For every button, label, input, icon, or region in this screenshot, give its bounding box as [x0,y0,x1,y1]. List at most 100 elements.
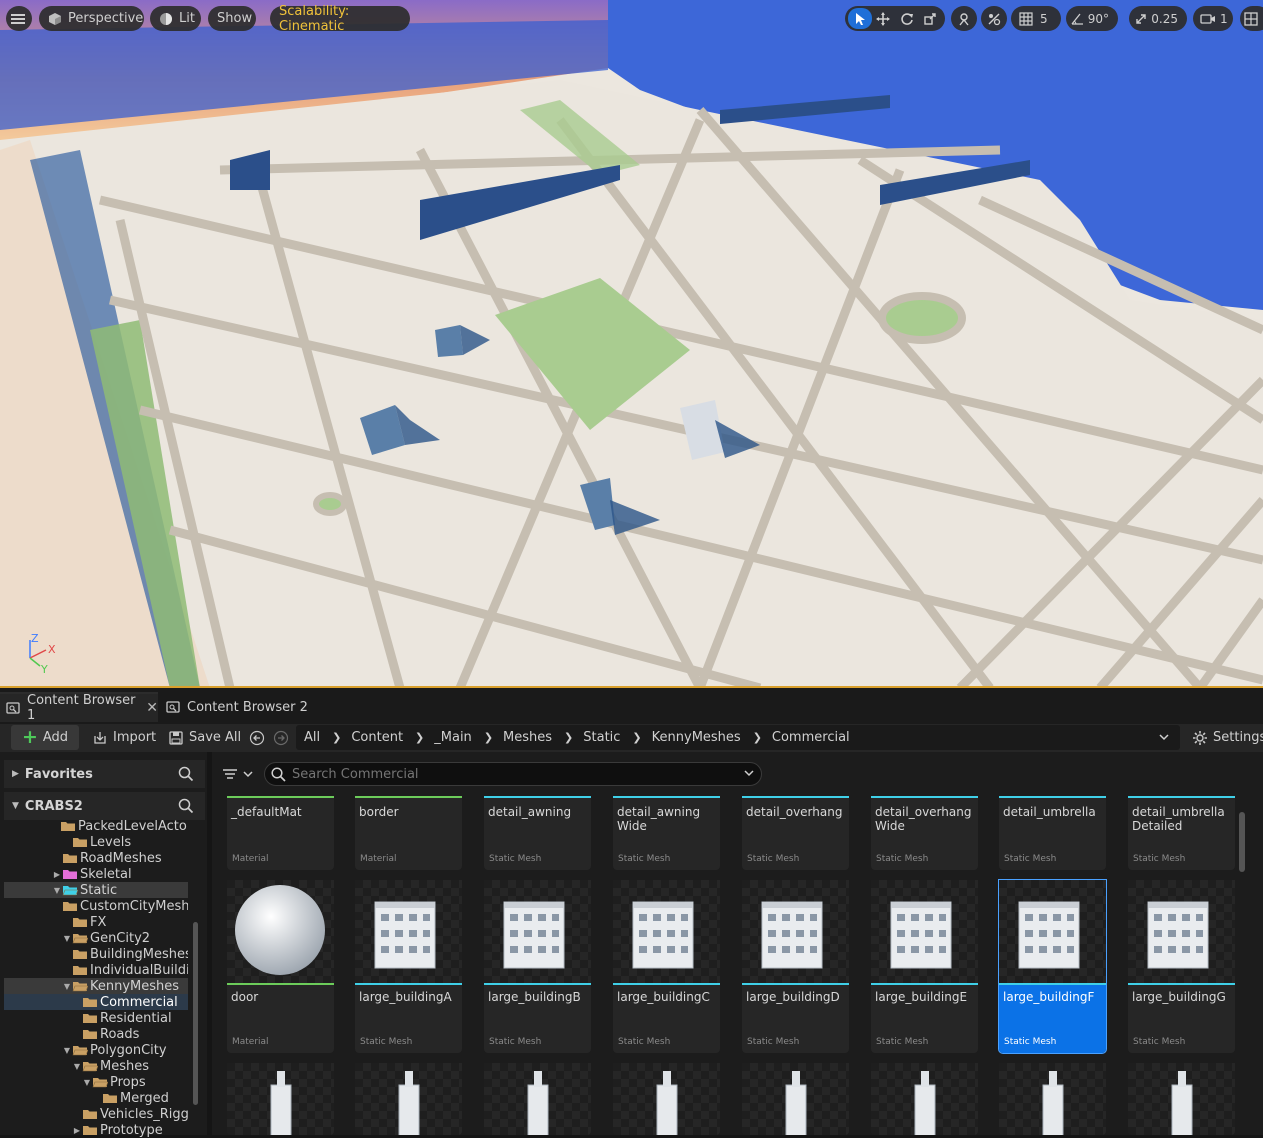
asset-tile[interactable] [613,1063,720,1135]
asset-tile[interactable] [227,1063,334,1135]
tree-item[interactable]: ▶ Prototype [4,1122,188,1138]
angle-snap-value[interactable]: 90° [1086,12,1115,26]
tree-item[interactable]: Roads [4,1026,188,1042]
tree-item[interactable]: ▼ Meshes [4,1058,188,1074]
asset-scrollbar[interactable] [1239,812,1245,872]
lit-button[interactable]: Lit [150,6,201,31]
asset-tile[interactable] [355,1063,462,1135]
asset-tile[interactable]: large_buildingG Static Mesh [1128,880,1235,1053]
tree-item[interactable]: Vehicles_Rigged [4,1106,188,1122]
tree-item[interactable]: IndividualBuildings [4,962,188,978]
tree-item[interactable]: Residential [4,1010,188,1026]
tab-content-browser-2[interactable]: Content Browser 2 [162,692,312,722]
project-header[interactable]: ▼ CRABS2 [4,792,205,820]
tree-item[interactable]: CustomCityMeshes [4,898,188,914]
tree-item[interactable]: Commercial [4,994,188,1010]
tab-content-browser-1[interactable]: Content Browser 1 ✕ [0,692,158,723]
grid-snap-group[interactable]: 5 [1011,6,1061,31]
breadcrumb-item[interactable]: Static [575,730,630,745]
filter-button[interactable] [222,764,256,784]
rotate-tool-button[interactable] [895,8,919,29]
asset-tile[interactable]: large_buildingE Static Mesh [871,880,978,1053]
asset-tile[interactable]: large_buildingA Static Mesh [355,880,462,1053]
level-viewport[interactable]: Perspective Lit Show Scalability: Cinema… [0,0,1263,688]
import-button[interactable]: Import [92,725,156,750]
close-icon[interactable]: ✕ [146,700,158,716]
breadcrumb-item[interactable]: Meshes [495,730,562,745]
asset-tile[interactable] [999,1063,1106,1135]
chevron-down-icon[interactable]: ▼ [62,1046,72,1055]
grid-size-value[interactable]: 5 [1038,12,1054,26]
scale-tool-button[interactable] [919,8,943,29]
asset-tile[interactable] [742,1063,849,1135]
search-icon[interactable] [178,766,194,786]
chevron-right-icon[interactable]: ❯ [751,731,764,744]
history-forward-button[interactable] [273,725,289,750]
tree-item[interactable]: ▼ Props [4,1074,188,1090]
chevron-down-icon[interactable]: ▼ [62,982,72,991]
viewport-scene[interactable] [0,0,1263,688]
asset-tile[interactable]: large_buildingD Static Mesh [742,880,849,1053]
perspective-button[interactable]: Perspective [39,6,144,31]
scalability-button[interactable]: Scalability: Cinematic [270,4,410,34]
search-field[interactable] [264,762,762,786]
chevron-down-icon[interactable]: ▼ [52,886,62,895]
tree-item[interactable]: BuildingMeshes [4,946,188,962]
show-button[interactable]: Show [208,6,256,31]
chevron-down-icon[interactable] [743,767,755,782]
tree-item[interactable]: ▼ KennyMeshes [4,978,188,994]
settings-button[interactable]: Settings [1192,725,1263,750]
scale-snap-group[interactable]: 0.25 [1129,6,1187,31]
camera-speed-value[interactable]: 1 [1220,12,1228,26]
history-back-button[interactable] [249,725,265,750]
asset-tile[interactable]: detail_awning Wide Static Mesh [613,796,720,870]
breadcrumb-item[interactable]: _Main [426,730,482,745]
viewport-menu-button[interactable] [6,6,32,31]
asset-tile[interactable]: border Material [355,796,462,870]
asset-tile[interactable]: detail_umbrella Detailed Static Mesh [1128,796,1235,870]
asset-tile[interactable]: detail_overhang Static Mesh [742,796,849,870]
tree-item[interactable]: ▼ PolygonCity [4,1042,188,1058]
chevron-down-icon[interactable]: ▼ [62,934,72,943]
asset-tile[interactable] [1128,1063,1235,1135]
breadcrumb-item[interactable]: All [296,730,330,745]
asset-tile[interactable]: large_buildingB Static Mesh [484,880,591,1053]
chevron-right-icon[interactable]: ▶ [72,1126,82,1135]
surface-snap-toggle[interactable] [981,6,1007,31]
chevron-right-icon[interactable]: ❯ [330,731,343,744]
chevron-right-icon[interactable]: ❯ [482,731,495,744]
tree-item[interactable]: ▶ Skeletal [4,866,188,882]
tree-item[interactable]: RoadMeshes [4,850,188,866]
add-button[interactable]: + Add [11,725,79,750]
world-local-toggle[interactable] [951,6,977,31]
asset-tile[interactable] [871,1063,978,1135]
asset-tile[interactable]: detail_umbrella Static Mesh [999,796,1106,870]
asset-tile[interactable]: door Material [227,880,334,1053]
chevron-down-icon[interactable]: ▼ [82,1078,92,1087]
asset-tile[interactable] [484,1063,591,1135]
asset-tile[interactable]: large_buildingC Static Mesh [613,880,720,1053]
asset-tile[interactable]: detail_overhang Wide Static Mesh [871,796,978,870]
chevron-down-icon[interactable] [1158,731,1170,746]
search-input[interactable] [292,766,732,782]
tree-item[interactable]: Merged [4,1090,188,1106]
tree-item[interactable]: ▼ GenCity2 [4,930,188,946]
breadcrumb-item[interactable]: KennyMeshes [644,730,751,745]
chevron-down-icon[interactable]: ▼ [72,1062,82,1071]
tree-item[interactable]: PackedLevelActors [4,818,188,834]
layout-button[interactable] [1240,6,1263,31]
breadcrumb-item[interactable]: Content [343,730,413,745]
angle-snap-group[interactable]: 90° [1066,6,1118,31]
save-all-button[interactable]: Save All [168,725,241,750]
tree-scrollbar[interactable] [193,922,198,1105]
chevron-right-icon[interactable]: ❯ [413,731,426,744]
search-icon[interactable] [178,798,194,818]
translate-tool-button[interactable] [872,8,896,29]
favorites-header[interactable]: ▶ Favorites [4,760,205,788]
select-tool-button[interactable] [848,8,872,29]
tree-item[interactable]: FX [4,914,188,930]
scale-snap-value[interactable]: 0.25 [1149,12,1184,26]
chevron-right-icon[interactable]: ❯ [630,731,643,744]
chevron-right-icon[interactable]: ❯ [562,731,575,744]
asset-tile[interactable]: large_buildingF Static Mesh [998,879,1107,1054]
